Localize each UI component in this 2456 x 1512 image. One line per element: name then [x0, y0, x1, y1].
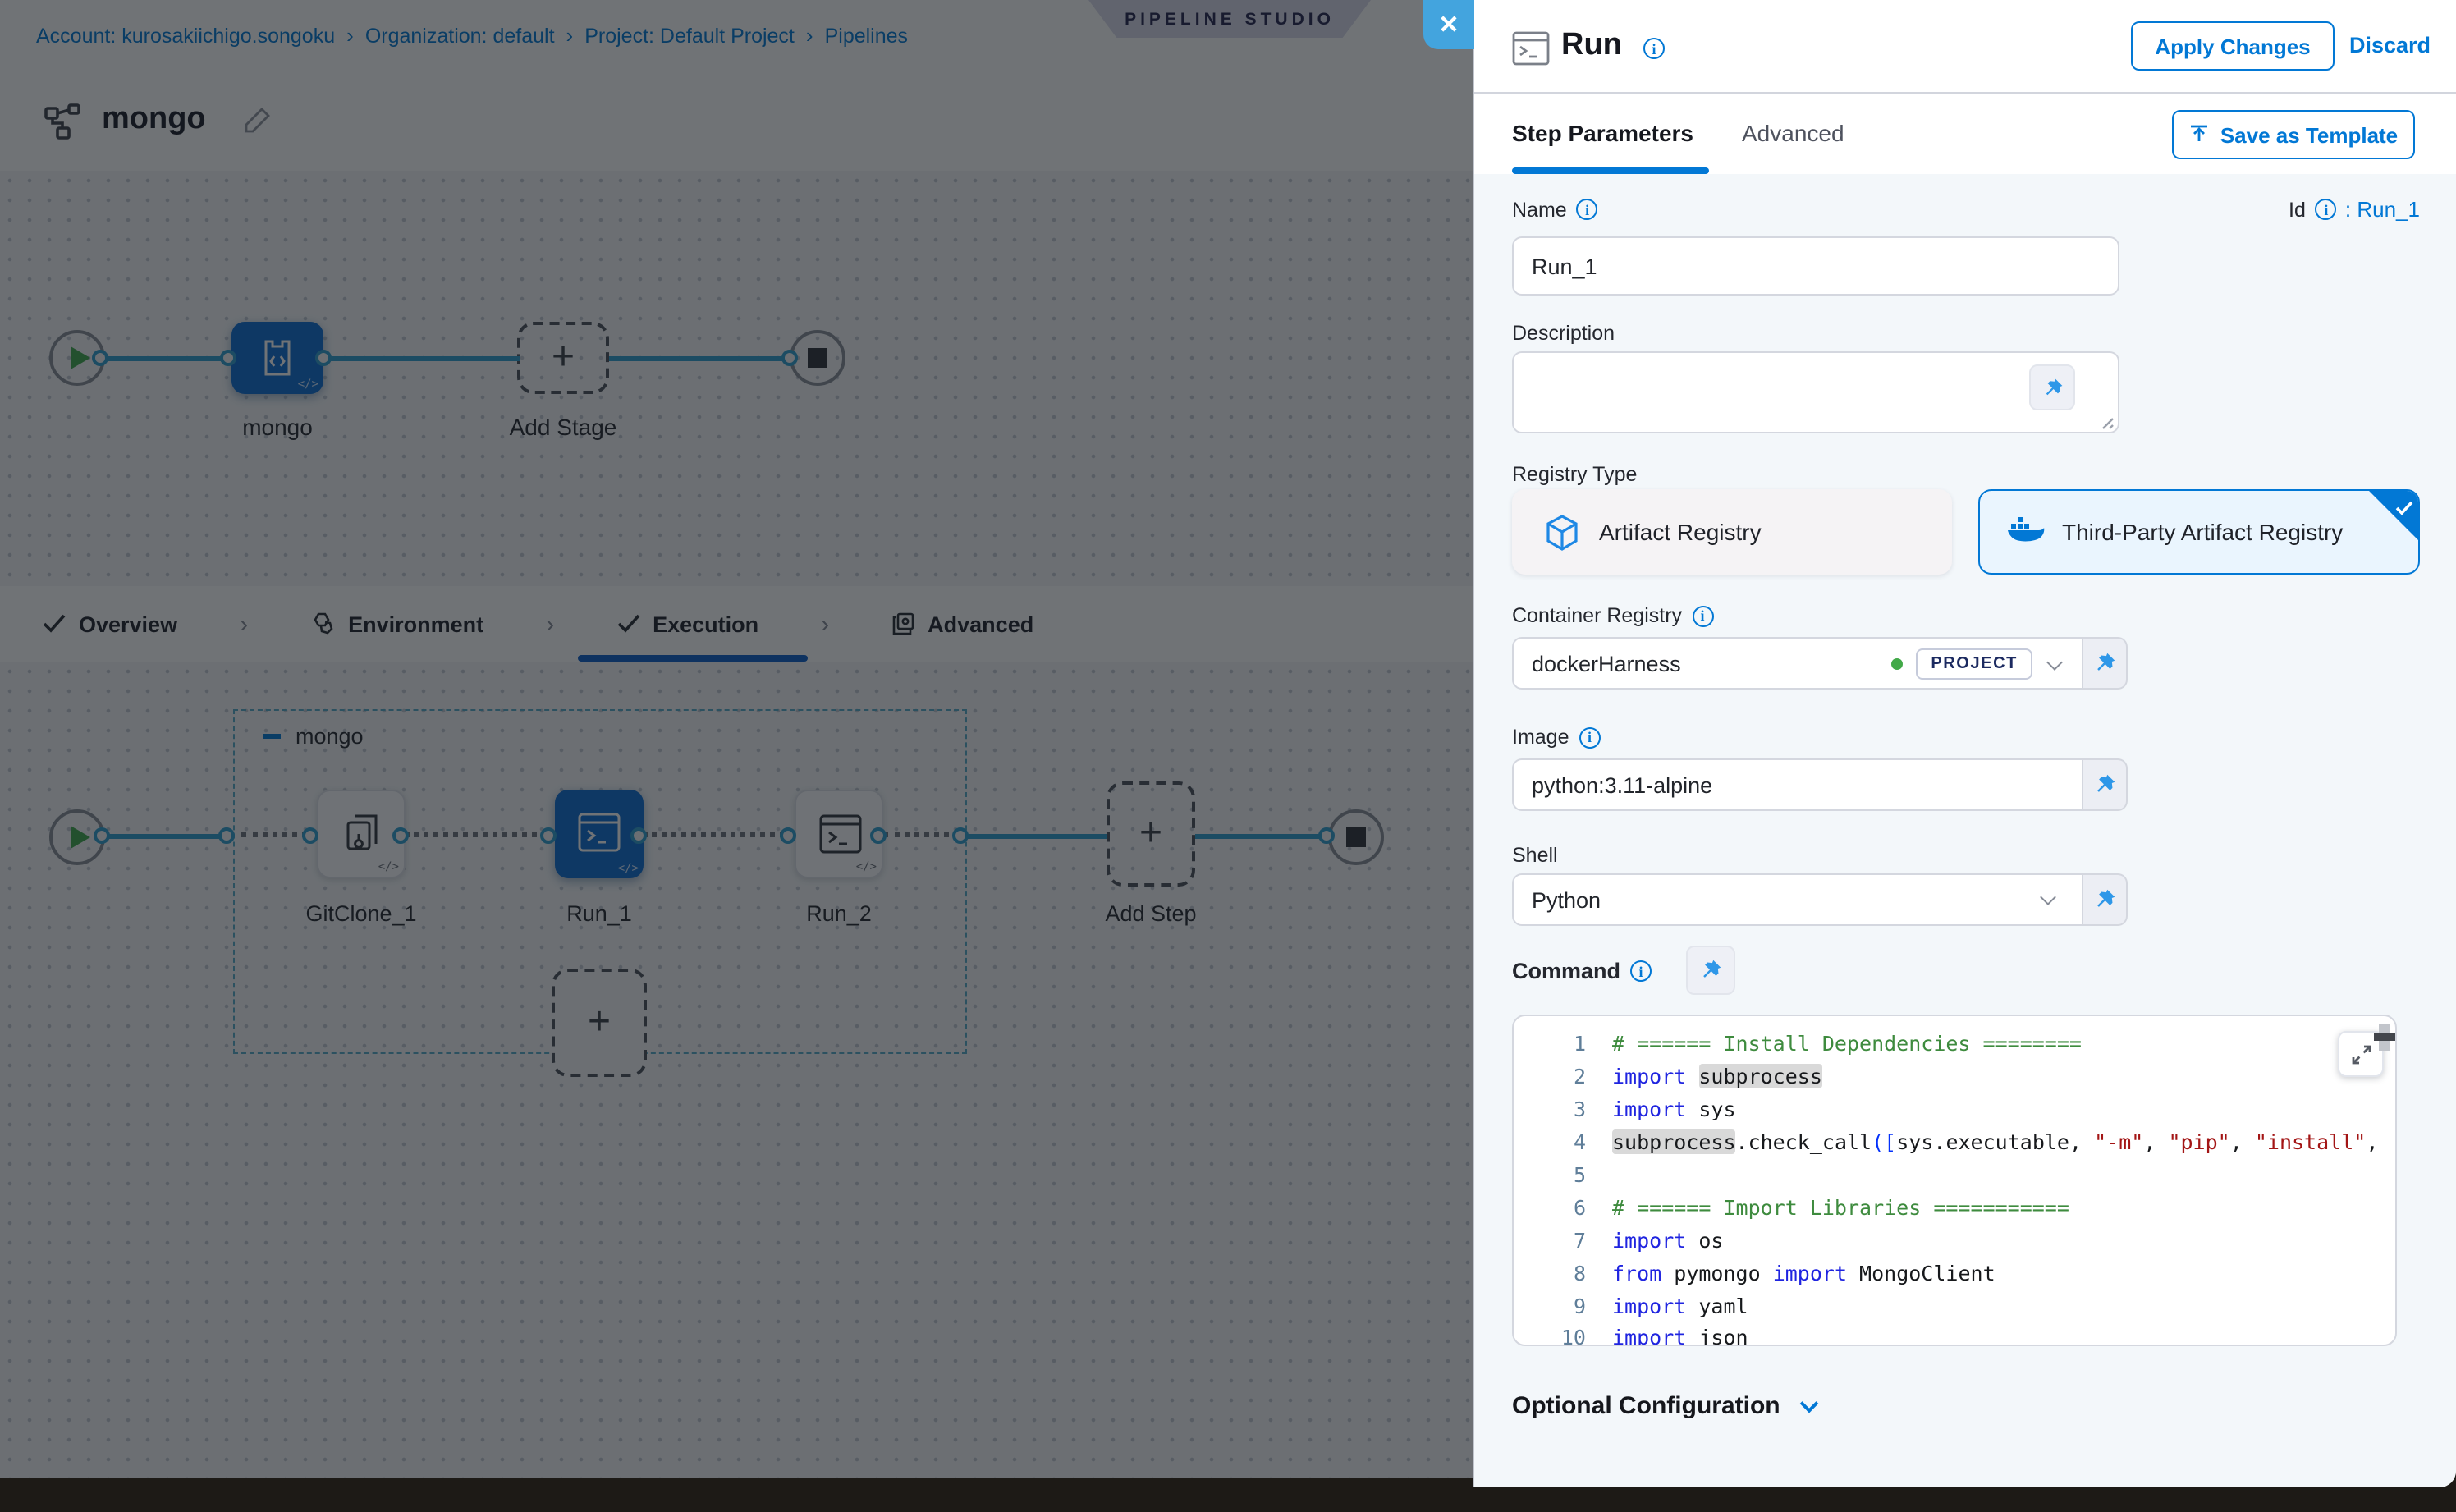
info-icon[interactable]: i	[1579, 726, 1601, 748]
code-line[interactable]: 10import json	[1514, 1322, 2395, 1346]
docker-icon	[2006, 515, 2046, 548]
code-text: # ====== Import Libraries ===========	[1612, 1195, 2069, 1220]
line-number: 1	[1514, 1032, 1612, 1056]
code-text: import sys	[1612, 1097, 1736, 1121]
code-line[interactable]: 9import yaml	[1514, 1289, 2395, 1322]
drawer-header: Run i Apply Changes Discard	[1474, 0, 2456, 94]
code-text: from pymongo import MongoClient	[1612, 1260, 1995, 1285]
line-number: 5	[1514, 1162, 1612, 1187]
modal-dim-overlay[interactable]	[0, 0, 1473, 1478]
artifact-registry-icon	[1545, 513, 1579, 551]
run-step-icon	[1512, 31, 1550, 74]
code-line[interactable]: 6# ====== Import Libraries ===========	[1514, 1191, 2395, 1224]
line-number: 8	[1514, 1260, 1612, 1285]
code-text: # ====== Install Dependencies ========	[1612, 1032, 2082, 1056]
registry-option-artifact[interactable]: Artifact Registry	[1512, 489, 1952, 575]
name-label: Namei	[1512, 197, 1598, 222]
pipeline-studio-screen: Account: kurosakiichigo.songoku › Organi…	[0, 0, 2456, 1512]
line-number: 4	[1514, 1129, 1612, 1154]
line-number: 6	[1514, 1195, 1612, 1220]
info-icon[interactable]: i	[1577, 199, 1598, 220]
container-registry-label: Container Registryi	[1512, 604, 1713, 627]
resize-handle[interactable]	[2098, 414, 2115, 430]
pin-icon	[1699, 959, 1722, 982]
chevron-down-icon[interactable]	[2046, 653, 2063, 670]
pin-icon	[2093, 888, 2116, 911]
pin-icon	[2093, 773, 2116, 796]
chevron-down-icon	[1800, 1394, 1819, 1413]
drawer-tabs-bar: Step Parameters Advanced Save as Templat…	[1474, 94, 2456, 174]
line-number: 10	[1514, 1326, 1612, 1346]
tab-step-parameters[interactable]: Step Parameters	[1512, 120, 1693, 146]
step-id: Idi : Run_1	[2289, 197, 2420, 222]
registry-option-third-party[interactable]: Third-Party Artifact Registry	[1978, 489, 2420, 575]
image-label: Imagei	[1512, 726, 1601, 749]
selected-check-icon	[2395, 494, 2413, 520]
scope-badge: PROJECT	[1916, 648, 2032, 679]
code-line[interactable]: 2import subprocess	[1514, 1061, 2395, 1093]
editor-overview-marker	[2374, 1033, 2397, 1041]
name-input[interactable]	[1512, 236, 2119, 296]
apply-changes-button[interactable]: Apply Changes	[2131, 21, 2335, 71]
command-code-editor[interactable]: 1# ====== Install Dependencies ========2…	[1512, 1015, 2397, 1346]
pin-button[interactable]	[2083, 873, 2128, 926]
description-input[interactable]	[1512, 351, 2119, 433]
line-number: 9	[1514, 1293, 1612, 1317]
command-label: Commandi	[1512, 959, 1652, 983]
code-line[interactable]: 8from pymongo import MongoClient	[1514, 1256, 2395, 1289]
step-parameters-form: Namei Idi : Run_1 Description Registry T…	[1474, 174, 2456, 1487]
shell-label: Shell	[1512, 844, 1558, 867]
expand-icon	[2350, 1043, 2371, 1065]
code-line[interactable]: 7import os	[1514, 1224, 2395, 1257]
connectivity-dot	[1891, 657, 1903, 669]
upload-icon	[2189, 124, 2211, 145]
registry-type-label: Registry Type	[1512, 463, 1637, 486]
code-text: subprocess.check_call([sys.executable, "…	[1612, 1129, 2378, 1154]
pin-button[interactable]	[2029, 364, 2075, 410]
step-id-value: : Run_1	[2345, 197, 2420, 222]
image-input[interactable]	[1512, 758, 2083, 811]
pin-button[interactable]	[2083, 758, 2128, 811]
optional-configuration-toggle[interactable]: Optional Configuration	[1512, 1392, 1817, 1420]
pin-icon	[2093, 652, 2116, 675]
code-line[interactable]: 4subprocess.check_call([sys.executable, …	[1514, 1125, 2395, 1158]
pin-button[interactable]	[1686, 946, 1735, 995]
code-line[interactable]: 3import sys	[1514, 1093, 2395, 1126]
container-registry-input[interactable]: dockerHarness PROJECT	[1512, 637, 2083, 690]
code-text: import json	[1612, 1326, 1748, 1346]
chevron-down-icon	[2040, 889, 2056, 905]
code-line[interactable]: 5	[1514, 1158, 2395, 1191]
code-text: import subprocess	[1612, 1065, 1822, 1089]
pin-icon	[2041, 377, 2063, 398]
code-line[interactable]: 1# ====== Install Dependencies ========	[1514, 1028, 2395, 1061]
discard-button[interactable]: Discard	[2349, 33, 2431, 57]
code-text: import os	[1612, 1228, 1723, 1253]
step-config-drawer: ✕ Run i Apply Changes Discard Step Param…	[1473, 0, 2456, 1487]
line-number: 7	[1514, 1228, 1612, 1253]
close-drawer-button[interactable]: ✕	[1423, 0, 1474, 49]
info-icon[interactable]: i	[1643, 38, 1665, 59]
info-icon[interactable]: i	[1630, 960, 1652, 982]
save-as-template-button[interactable]: Save as Template	[2172, 110, 2415, 159]
info-icon[interactable]: i	[2316, 199, 2337, 220]
description-label: Description	[1512, 322, 1615, 345]
pin-button[interactable]	[2083, 637, 2128, 690]
active-tab-underline	[1512, 167, 1709, 174]
code-text: import yaml	[1612, 1293, 1748, 1317]
info-icon[interactable]: i	[1692, 605, 1713, 626]
line-number: 3	[1514, 1097, 1612, 1121]
line-number: 2	[1514, 1065, 1612, 1089]
tab-advanced-panel[interactable]: Advanced	[1742, 120, 1844, 146]
drawer-title: Run	[1561, 28, 1622, 64]
shell-select[interactable]: Python	[1512, 873, 2083, 926]
